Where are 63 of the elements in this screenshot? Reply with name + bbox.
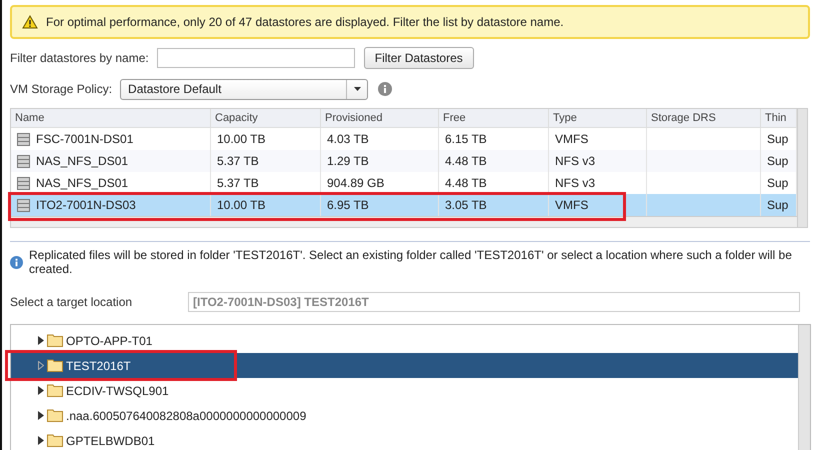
folder-icon [47, 384, 63, 397]
table-cell: 4.03 TB [327, 132, 369, 146]
table-cell: 4.48 TB [445, 154, 487, 168]
column-header[interactable]: Name [11, 109, 211, 127]
folder-icon [47, 409, 63, 422]
folder-icon [47, 434, 63, 447]
column-header[interactable]: Storage DRS [647, 109, 761, 127]
tree-item[interactable]: .naa.600507640082808a0000000000000009 [11, 403, 798, 428]
expand-icon[interactable] [38, 386, 44, 395]
table-cell: 10.00 TB [217, 132, 266, 146]
column-header[interactable]: Free [439, 109, 549, 127]
table-cell: 5.37 TB [217, 176, 259, 190]
database-icon [17, 176, 30, 190]
expand-icon[interactable] [38, 411, 44, 420]
caret-icon [354, 87, 361, 91]
expand-icon[interactable] [38, 436, 44, 445]
table-cell: 10.00 TB [217, 198, 266, 212]
table-cell: 3.05 TB [445, 198, 487, 212]
policy-label: VM Storage Policy: [10, 82, 112, 96]
column-header[interactable]: Type [549, 109, 647, 127]
column-header[interactable]: Capacity [211, 109, 321, 127]
folder-icon [47, 334, 63, 347]
table-cell: FSC-7001N-DS01 [36, 132, 134, 146]
tree-item[interactable]: OPTO-APP-T01 [11, 328, 798, 353]
tree-item[interactable]: GPTELBWDB01 [11, 428, 798, 450]
tree-item[interactable]: ECDIV-TWSQL901 [11, 378, 798, 403]
database-icon [17, 154, 30, 168]
table-row[interactable]: NAS_NFS_DS01 5.37 TB 1.29 TB 4.48 TB NFS v3 Sup [11, 150, 797, 172]
database-icon [17, 132, 30, 146]
table-cell: Sup [767, 198, 788, 212]
table-cell: Sup [767, 176, 788, 190]
folder-icon [47, 359, 63, 372]
target-label: Select a target location [10, 295, 134, 309]
table-cell: 4.48 TB [445, 176, 487, 190]
vertical-scrollbar[interactable] [797, 109, 807, 227]
table-cell: NFS v3 [555, 176, 596, 190]
vertical-scrollbar[interactable] [798, 325, 810, 450]
table-cell: VMFS [555, 132, 588, 146]
table-cell: 6.95 TB [327, 198, 369, 212]
filter-button[interactable]: Filter Datastores [364, 47, 474, 69]
filter-label: Filter datastores by name: [10, 51, 149, 65]
table-cell: NAS_NFS_DS01 [36, 154, 128, 168]
column-header[interactable]: Provisioned [321, 109, 439, 127]
table-cell: 6.15 TB [445, 132, 487, 146]
expand-icon[interactable] [38, 336, 44, 345]
warning-icon [22, 15, 38, 29]
policy-dropdown[interactable]: Datastore Default [120, 78, 368, 100]
info-icon[interactable] [378, 82, 392, 96]
target-field[interactable]: [ITO2-7001N-DS03] TEST2016T [188, 292, 800, 312]
warning-text: For optimal performance, only 20 of 47 datastores are displayed. Filter the list by datastore name. [46, 15, 564, 29]
table-cell: 5.37 TB [217, 154, 259, 168]
table-cell: 904.89 GB [327, 176, 384, 190]
info-icon [10, 256, 23, 268]
table-cell: NAS_NFS_DS01 [36, 176, 128, 190]
info-text: Replicated files will be stored in folder 'TEST2016T'. Select an existing folder called 'TEST2016T' or select a location where such a folder will be created. [29, 248, 793, 276]
database-icon [17, 198, 30, 212]
table-cell: VMFS [555, 198, 588, 212]
filter-field[interactable] [156, 48, 355, 68]
table-cell: ITO2-7001N-DS03 [36, 198, 136, 212]
table-cell: Sup [767, 132, 788, 146]
table-cell: 1.29 TB [327, 154, 369, 168]
table-cell: NFS v3 [555, 154, 596, 168]
table-cell: Sup [767, 154, 788, 168]
